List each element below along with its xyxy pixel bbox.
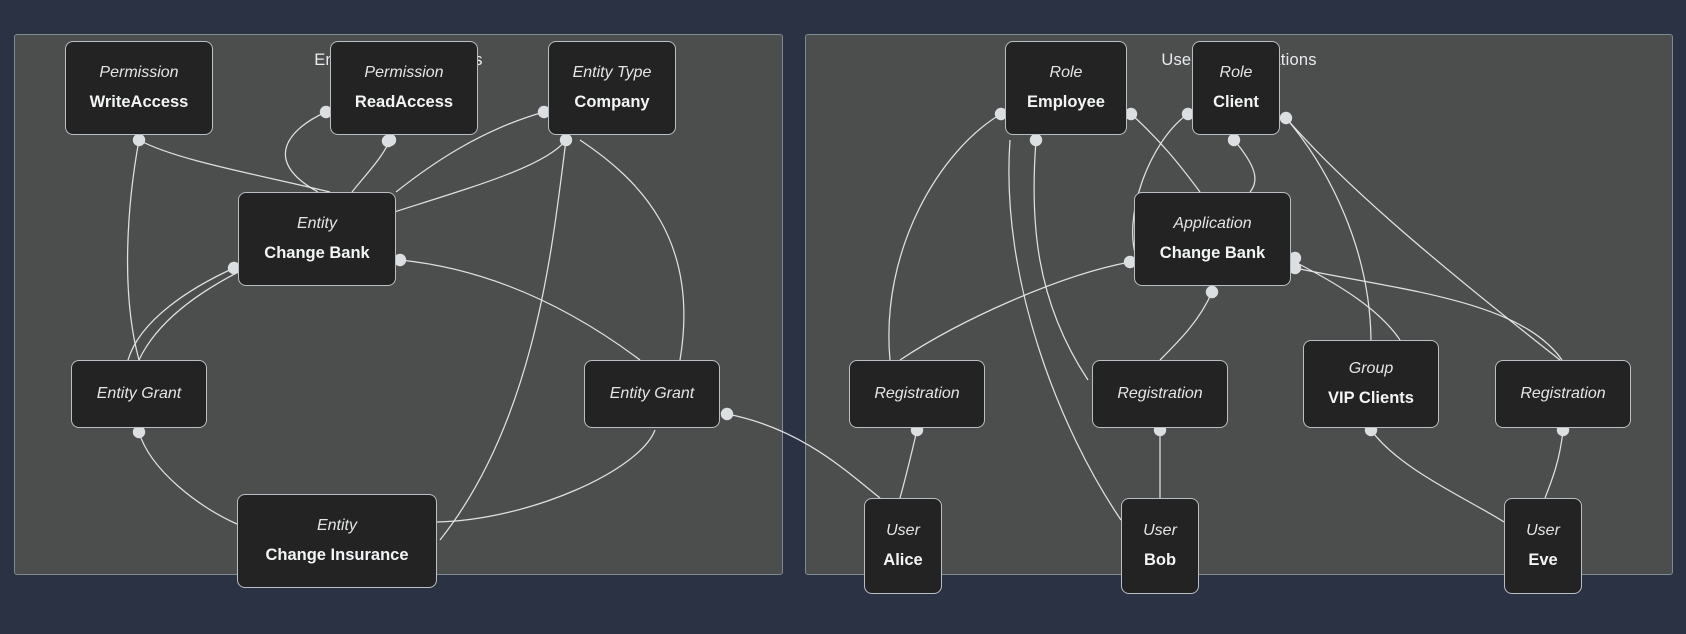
node-name-label: Bob xyxy=(1143,550,1177,569)
node-perm_write[interactable]: Permission WriteAccess xyxy=(65,41,213,135)
node-entity_type[interactable]: Entity Type Company xyxy=(548,41,676,135)
node-reg_alice[interactable]: Registration xyxy=(849,360,985,428)
node-name-label: ReadAccess xyxy=(354,92,454,111)
node-type-label: Registration xyxy=(874,385,960,402)
node-type-label: Application xyxy=(1173,214,1252,232)
node-group_vip[interactable]: Group VIP Clients xyxy=(1303,340,1439,428)
node-name-label: Eve xyxy=(1528,550,1558,569)
node-name-label: Change Bank xyxy=(264,243,370,262)
node-type-label: Group xyxy=(1348,359,1394,377)
node-name-label: Employee xyxy=(1027,92,1105,111)
node-role_client[interactable]: Role Client xyxy=(1192,41,1280,135)
node-type-label: Registration xyxy=(1520,385,1606,402)
node-grant_left[interactable]: Entity Grant xyxy=(71,360,207,428)
node-name-label: WriteAccess xyxy=(89,92,189,111)
node-name-label: Client xyxy=(1213,92,1259,111)
node-name-label: Change Insurance xyxy=(265,545,409,564)
diagram-canvas: Entities & Permissions Users & Applicati… xyxy=(0,0,1686,634)
node-user_bob[interactable]: User Bob xyxy=(1121,498,1199,594)
node-type-label: Permission xyxy=(99,63,179,81)
node-type-label: Entity Grant xyxy=(96,385,182,402)
node-type-label: Entity Grant xyxy=(609,385,695,402)
node-entity_bank[interactable]: Entity Change Bank xyxy=(238,192,396,286)
node-type-label: Role xyxy=(1049,63,1083,81)
node-name-label: VIP Clients xyxy=(1328,388,1414,407)
node-type-label: User xyxy=(886,521,920,539)
node-reg_eve[interactable]: Registration xyxy=(1495,360,1631,428)
node-app_bank[interactable]: Application Change Bank xyxy=(1134,192,1291,286)
node-role_emp[interactable]: Role Employee xyxy=(1005,41,1127,135)
node-reg_bob[interactable]: Registration xyxy=(1092,360,1228,428)
node-name-label: Alice xyxy=(883,550,923,569)
node-user_alice[interactable]: User Alice xyxy=(864,498,942,594)
node-perm_read[interactable]: Permission ReadAccess xyxy=(330,41,478,135)
node-user_eve[interactable]: User Eve xyxy=(1504,498,1582,594)
node-type-label: Registration xyxy=(1117,385,1203,402)
node-entity_ins[interactable]: Entity Change Insurance xyxy=(237,494,437,588)
node-name-label: Company xyxy=(574,92,650,111)
node-type-label: Entity xyxy=(316,516,357,534)
node-type-label: Entity Type xyxy=(572,63,652,81)
node-type-label: Permission xyxy=(364,63,444,81)
node-type-label: Entity xyxy=(296,214,337,232)
node-type-label: Role xyxy=(1219,63,1253,81)
node-name-label: Change Bank xyxy=(1159,243,1266,262)
node-grant_right[interactable]: Entity Grant xyxy=(584,360,720,428)
node-type-label: User xyxy=(1526,521,1560,539)
node-type-label: User xyxy=(1143,521,1177,539)
